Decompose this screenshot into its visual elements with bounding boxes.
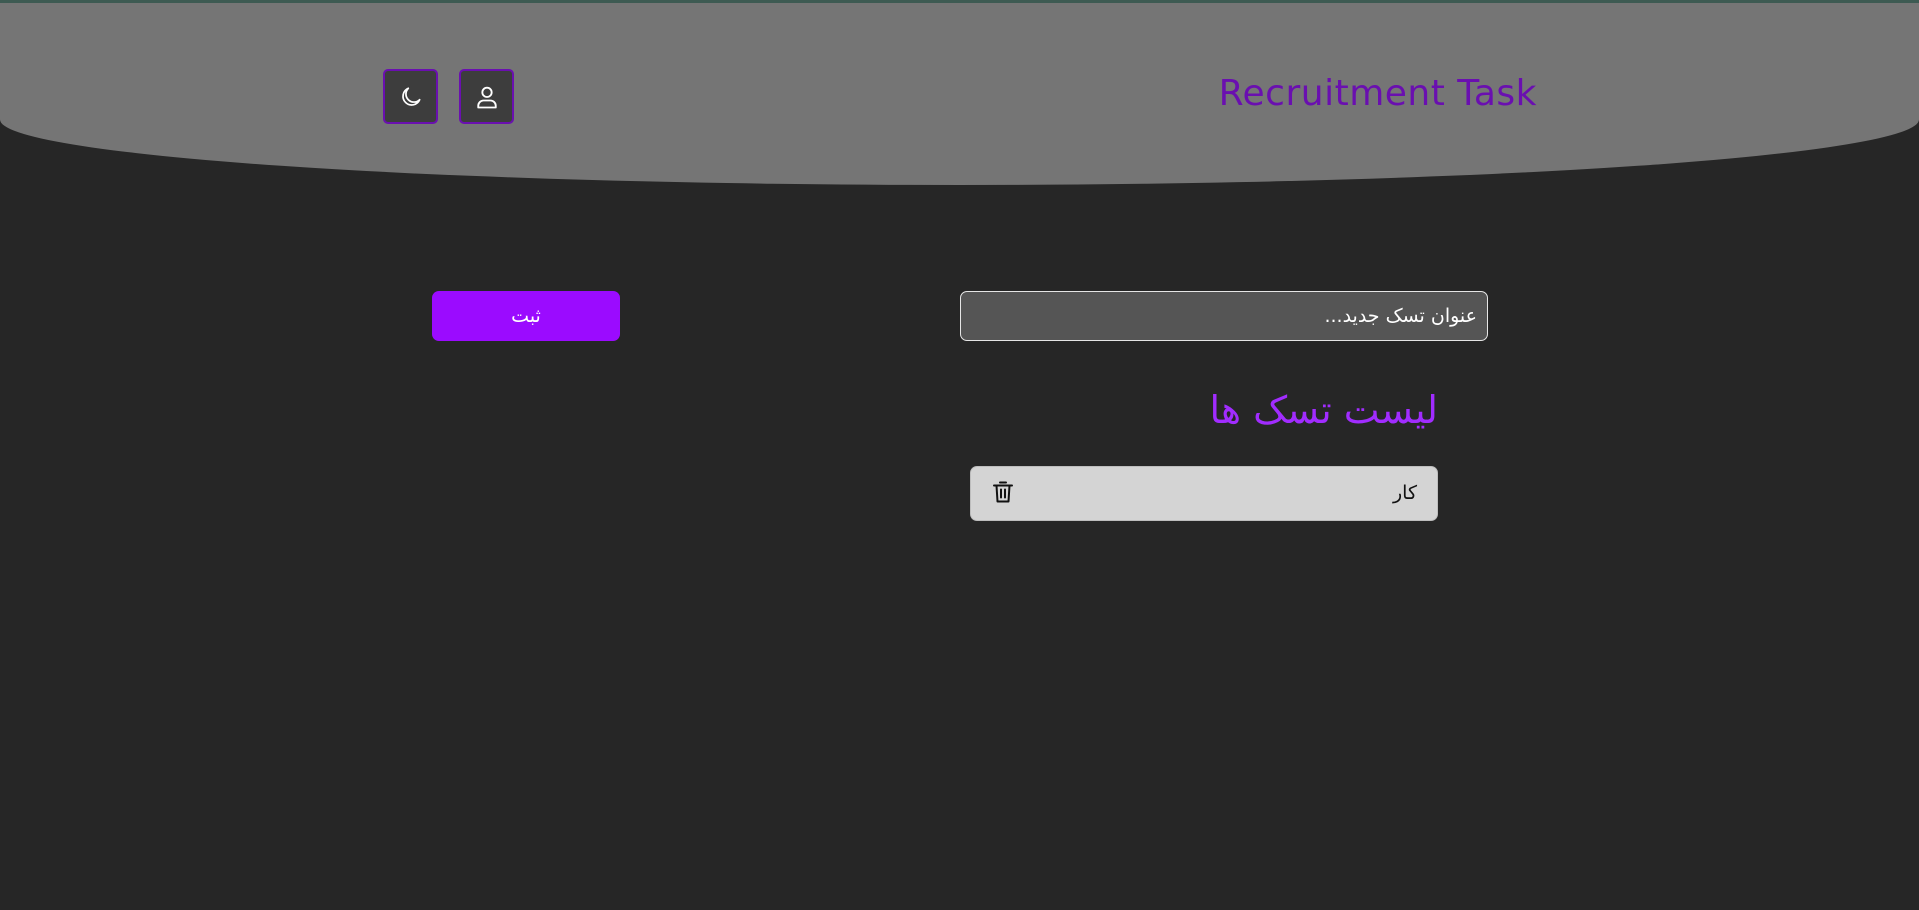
brand-title: Recruitment Task [1218, 73, 1537, 114]
user-icon [473, 83, 501, 111]
task-item: کار [970, 466, 1438, 521]
trash-icon [992, 480, 1014, 508]
theme-toggle-button[interactable] [383, 69, 438, 124]
moon-icon [398, 84, 424, 110]
header: Recruitment Task [0, 3, 1919, 185]
profile-button[interactable] [459, 69, 514, 124]
page: Recruitment Task ثبت لیست تسک ها کار [0, 0, 1919, 910]
task-list: کار [970, 466, 1438, 521]
new-task-input[interactable] [960, 291, 1488, 341]
delete-task-button[interactable] [991, 481, 1015, 507]
submit-button[interactable]: ثبت [432, 291, 620, 341]
task-list-title: لیست تسک ها [1209, 388, 1438, 432]
task-text: کار [1392, 482, 1417, 504]
